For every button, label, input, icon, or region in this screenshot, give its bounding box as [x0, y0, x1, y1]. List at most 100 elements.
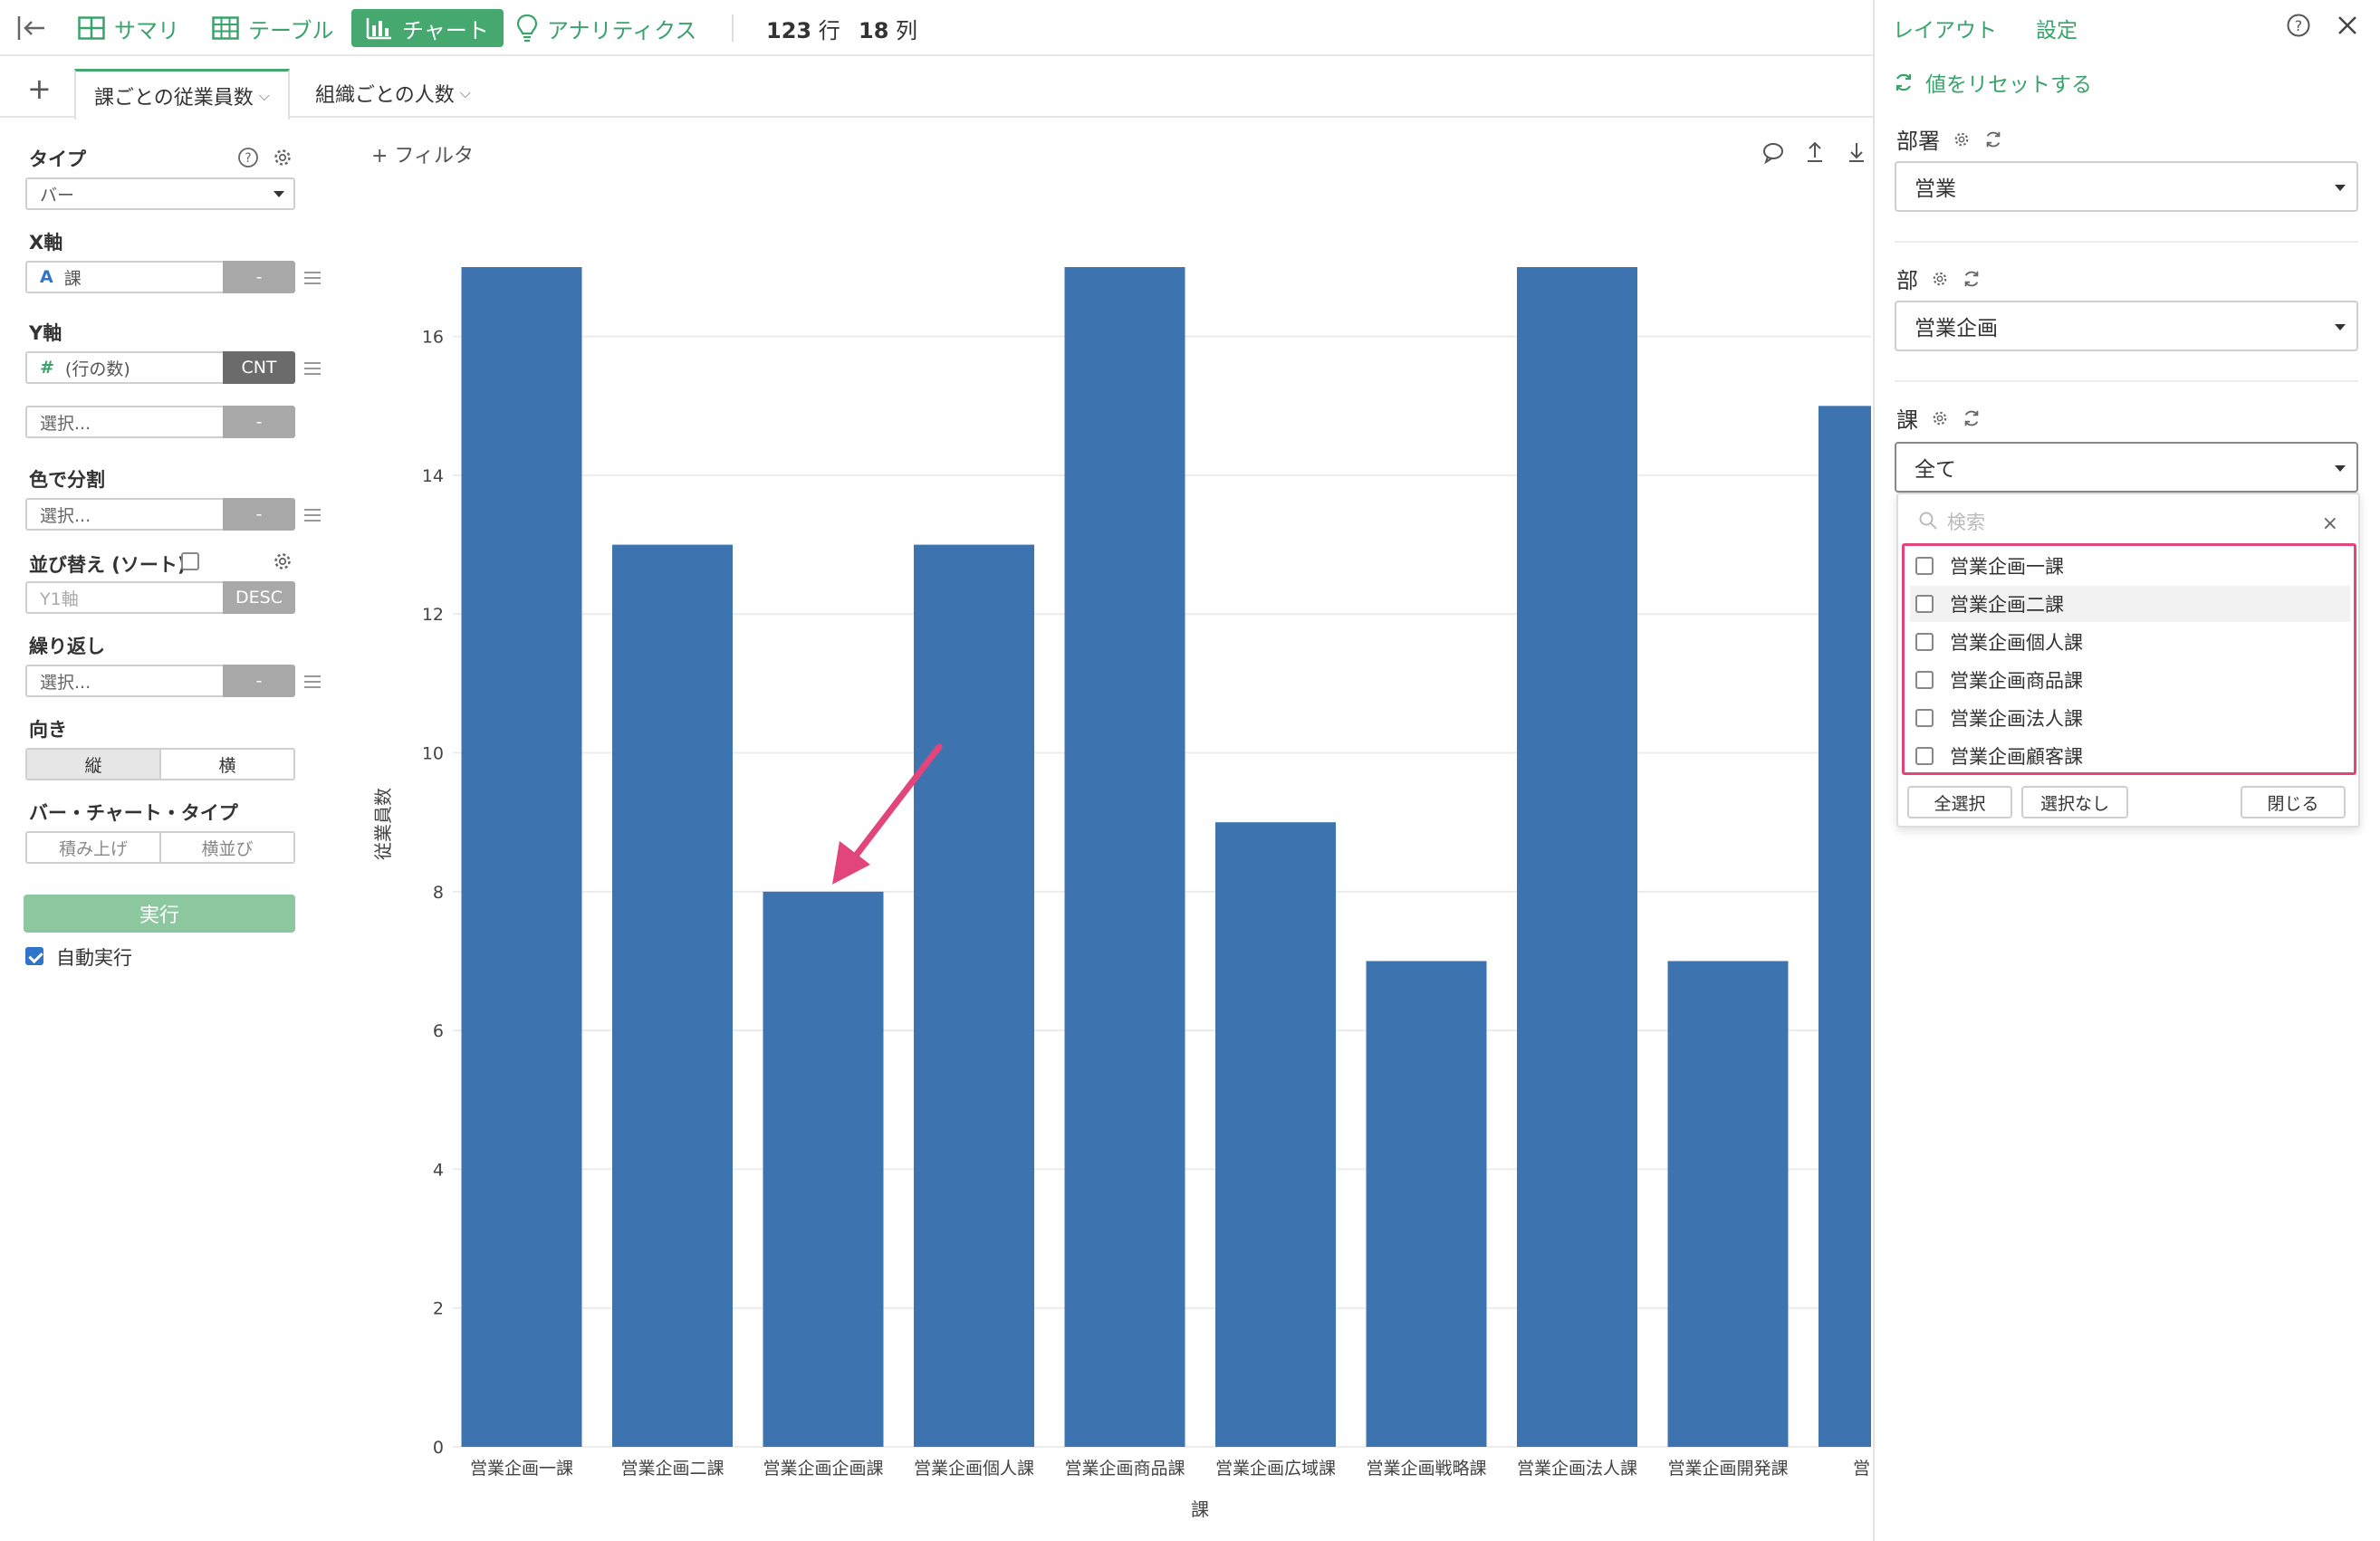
gear-icon[interactable] [272, 147, 293, 168]
bar-type-stacked[interactable]: 積み上げ [27, 833, 159, 862]
bar [612, 544, 733, 1447]
gear-icon[interactable] [1931, 270, 1949, 288]
row-count: 123 行 [766, 13, 840, 44]
tab-chart[interactable]: チャート [351, 9, 504, 47]
select-none-button[interactable]: 選択なし [2021, 786, 2128, 818]
department-value: 営業 [1915, 177, 1956, 201]
select-arrow-icon [274, 191, 284, 197]
type-label: タイプ [29, 148, 86, 170]
option-checkbox[interactable] [1915, 747, 1934, 765]
x-tick-label: 営業企画開発課 [1667, 1459, 1788, 1479]
tab-summary-label: サマリ [114, 17, 179, 43]
clear-search-icon[interactable]: × [2322, 512, 2338, 535]
row-count-value: 123 [766, 18, 812, 43]
close-icon[interactable] [2337, 14, 2358, 36]
department-select[interactable]: 営業 [1895, 161, 2358, 212]
download-icon[interactable] [1844, 139, 1869, 165]
divider [1895, 241, 2358, 243]
orientation-horizontal[interactable]: 横 [159, 750, 293, 779]
y-axis-title: 従業員数 [372, 788, 394, 860]
sort-label: 並び替え (ソート) [29, 554, 187, 576]
collapse-back-icon[interactable] [16, 13, 47, 43]
repeat-button[interactable]: - [223, 665, 295, 697]
divider [1895, 380, 2358, 382]
chart-tab-bar: + 課ごとの従業員数 ⌵ 組織ごとの人数 ⌵ [0, 56, 1873, 120]
bar-type-label: バー・チャート・タイプ [29, 802, 238, 824]
chevron-down-icon[interactable]: ⌵ [460, 84, 471, 102]
reset-values-label: 値をリセットする [1925, 73, 2092, 97]
close-dropdown-button[interactable]: 閉じる [2241, 786, 2346, 818]
tab-analytics[interactable]: アナリティクス [516, 9, 696, 47]
y2-axis-field[interactable]: 選択... [25, 406, 225, 438]
tab-chart-2[interactable]: 組織ごとの人数 ⌵ [297, 69, 489, 118]
gear-icon[interactable] [1931, 409, 1949, 427]
bar-type-grouped[interactable]: 横並び [159, 833, 293, 862]
y2-axis-agg-button[interactable]: - [223, 406, 295, 438]
chart-area: 0 2 4 6 8 10 12 14 16 営業企画一課 営業企画二課 営業企画企画課 営業企画個人課 営… [335, 118, 1871, 1541]
tab-table[interactable]: テーブル [212, 9, 334, 47]
bar [1819, 406, 1871, 1447]
chevron-down-icon[interactable]: ⌵ [259, 87, 270, 105]
color-split-field[interactable]: 選択... [25, 498, 225, 531]
section-select[interactable]: 全て [1895, 442, 2358, 493]
list-item[interactable]: 営業企画顧客課 [1910, 738, 2350, 774]
filter-settings-panel: レイアウト 設定 ? 値をリセットする 部署 営業 部 営業企画 課 全て 検索… [1873, 0, 2380, 1541]
x-tick-label: 営業企画一課 [470, 1459, 573, 1479]
tab-settings[interactable]: 設定 [2036, 13, 2078, 43]
sort-order-button[interactable]: DESC [223, 581, 295, 614]
section-value: 全て [1915, 458, 1956, 482]
add-chart-button[interactable]: + [27, 74, 52, 103]
list-item[interactable]: 営業企画商品課 [1910, 662, 2350, 698]
list-item[interactable]: 営業企画二課 [1910, 586, 2350, 622]
reset-values-button[interactable]: 値をリセットする [1893, 67, 2092, 98]
add-filter-button[interactable]: + フィルタ [371, 139, 474, 168]
x-axis-agg-button[interactable]: - [223, 261, 295, 293]
dropdown-search-input[interactable]: 検索 × [1907, 502, 2351, 541]
option-checkbox[interactable] [1915, 595, 1934, 613]
select-all-button[interactable]: 全選択 [1907, 786, 2012, 818]
dropdown-search-placeholder: 検索 [1947, 512, 1985, 533]
gear-icon[interactable] [272, 550, 293, 572]
tab-summary[interactable]: サマリ [78, 9, 179, 47]
upload-icon[interactable] [1802, 139, 1828, 165]
color-split-button[interactable]: - [223, 498, 295, 531]
color-split-menu-icon[interactable] [304, 505, 321, 525]
row-count-unit: 行 [818, 18, 840, 43]
refresh-icon[interactable] [1983, 129, 2003, 149]
department-label-text: 部署 [1896, 129, 1940, 154]
comment-icon[interactable] [1761, 139, 1786, 165]
repeat-field[interactable]: 選択... [25, 665, 225, 697]
orientation-vertical[interactable]: 縦 [27, 750, 159, 779]
help-icon[interactable]: ? [2286, 13, 2311, 38]
chart-type-select[interactable]: バー [25, 177, 295, 210]
bar [1064, 267, 1185, 1447]
sort-field[interactable]: Y1軸 [25, 581, 225, 614]
list-item[interactable]: 営業企画個人課 [1910, 624, 2350, 660]
division-select[interactable]: 営業企画 [1895, 301, 2358, 351]
lightbulb-icon [516, 14, 538, 43]
section-dropdown: 検索 × 営業企画一課 営業企画二課 営業企画個人課 営業企画商品課 営業企画法… [1896, 493, 2360, 828]
option-checkbox[interactable] [1915, 557, 1934, 575]
tab-layout[interactable]: レイアウト [1893, 13, 1997, 43]
refresh-icon[interactable] [1962, 408, 1982, 428]
refresh-icon[interactable] [1962, 269, 1982, 289]
x-axis-label: X軸 [29, 232, 63, 254]
gear-icon[interactable] [1953, 130, 1971, 148]
list-item[interactable]: 営業企画法人課 [1910, 700, 2350, 736]
y-axis-agg-button[interactable]: CNT [223, 351, 295, 384]
repeat-menu-icon[interactable] [304, 672, 321, 692]
y-axis-field[interactable]: # (行の数) [25, 351, 225, 384]
option-checkbox[interactable] [1915, 633, 1934, 651]
option-checkbox[interactable] [1915, 709, 1934, 727]
sort-checkbox[interactable] [181, 552, 199, 570]
y-axis-menu-icon[interactable] [304, 359, 321, 378]
run-button[interactable]: 実行 [24, 895, 295, 933]
option-checkbox[interactable] [1915, 671, 1934, 689]
list-item[interactable]: 営業企画一課 [1910, 548, 2350, 584]
auto-run-checkbox[interactable] [25, 947, 43, 965]
help-icon[interactable]: ? [237, 147, 259, 168]
tab-chart-1[interactable]: 課ごとの従業員数 ⌵ [74, 69, 290, 120]
column-count-unit: 列 [896, 18, 918, 43]
x-axis-field[interactable]: A 課 [25, 261, 225, 293]
x-axis-menu-icon[interactable] [304, 268, 321, 288]
